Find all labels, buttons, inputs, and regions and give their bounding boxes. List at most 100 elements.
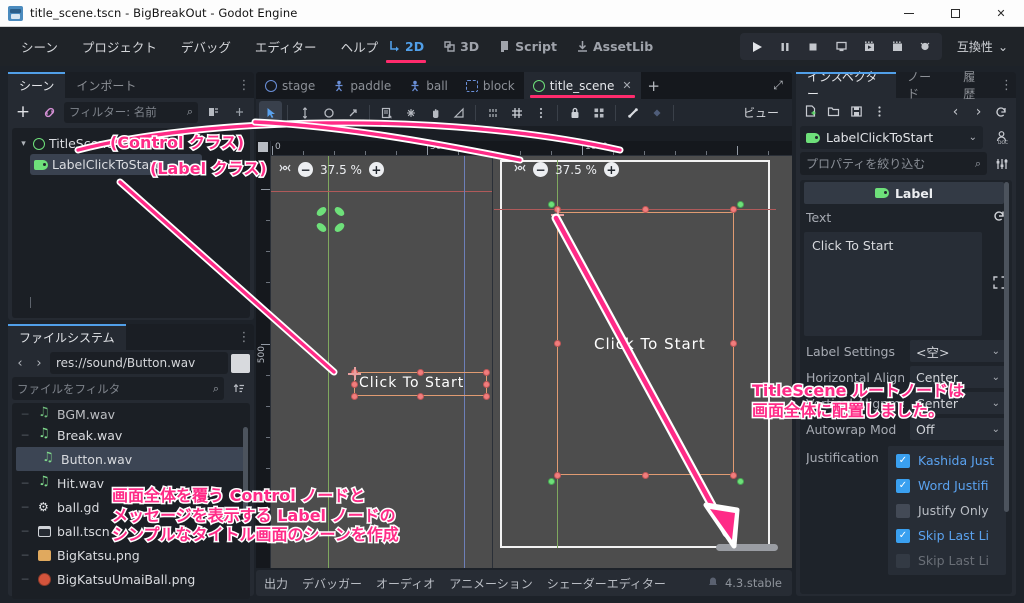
checkbox-icon[interactable] [896,503,910,518]
vertical-alignment-dropdown[interactable]: Center ⌄ [910,392,1006,414]
selection-handle[interactable] [730,340,737,347]
anchor-handle[interactable] [548,478,555,485]
scene-tab-paddle[interactable]: paddle [324,72,400,99]
history-prev-button[interactable]: ‹ [945,101,966,122]
zoom-out-button[interactable]: − [533,162,548,177]
maximize-button[interactable] [932,0,978,27]
selection-handle[interactable] [554,340,561,347]
scale-mode-tool[interactable] [341,101,364,124]
instance-scene-button[interactable] [38,101,60,123]
anchor-handle[interactable] [737,201,744,208]
file-list-item[interactable]: ─ ball.tscn [12,519,250,543]
scene-tree-node-labelclicktostart[interactable]: LabelClickToStart [30,154,202,175]
resource-extra-menu-button[interactable] [869,101,890,122]
sort-options-button[interactable] [228,378,250,400]
select-mode-tool[interactable] [259,101,282,124]
scene-filter-input[interactable]: フィルター: 名前 ⌕ [64,101,198,123]
minimize-button[interactable] [886,0,932,27]
label-settings-dropdown[interactable]: <空> ⌄ [910,340,1006,362]
zoom-in-button[interactable]: + [603,162,619,177]
object-tools-button[interactable] [991,153,1012,174]
selection-handle[interactable] [483,369,490,376]
tab-filesystem[interactable]: ファイルシステム [8,324,126,350]
bottom-tab-audio[interactable]: オーディオ [376,575,435,592]
file-list-item-selected[interactable]: Button.wav [16,447,246,471]
rotate-mode-tool[interactable] [317,101,340,124]
skeleton-options-button[interactable] [621,101,644,124]
save-resource-button[interactable] [846,101,867,122]
tab-scene[interactable]: シーン [8,72,66,98]
tab-node[interactable]: ノード [896,70,952,101]
filesystem-dock-menu-icon[interactable]: ⋮ [234,324,254,350]
snap-toggle[interactable] [481,101,504,124]
flag-kashida-justification[interactable]: Kashida Just [892,448,1000,473]
pivot-tool[interactable] [399,101,422,124]
scene-tree-node-titlescene[interactable]: ▾ TitleScene [14,133,248,154]
file-list-item[interactable]: ─ ⚙ ball.gd [12,495,250,519]
file-list-item[interactable]: ─ Hit.wav [12,471,250,495]
checkbox-icon[interactable] [896,528,910,543]
selection-handle[interactable] [642,472,649,479]
file-list-item[interactable]: ─ BGM.wav [12,405,250,423]
scene-tab-stage[interactable]: stage [256,72,324,99]
play-project-button[interactable] [744,35,770,58]
inspector-dock-menu-icon[interactable]: ⋮ [997,72,1016,98]
bottom-tab-shader-editor[interactable]: シェーダーエディター [547,575,666,592]
file-list-item[interactable]: ─ BigKatsuUmaiBall.png [12,567,250,591]
checkbox-icon[interactable] [896,553,910,568]
list-select-tool[interactable] [375,101,398,124]
add-node-button[interactable]: + [12,101,34,123]
filter-options-button[interactable] [202,101,224,123]
ruler-tool[interactable] [447,101,470,124]
left-viewport[interactable]: − 37.5 % + Click To Start [271,156,493,568]
menu-project[interactable]: プロジェクト [71,32,168,61]
center-view-icon[interactable] [514,162,526,177]
stop-scene-button[interactable] [800,35,826,58]
flag-skip-last-line-with-visible-chars[interactable]: Skip Last Li [892,548,1000,573]
selection-handle[interactable] [351,381,358,388]
scene-tab-ball[interactable]: ball [400,72,457,99]
horizontal-alignment-dropdown[interactable]: Center ⌄ [910,366,1006,388]
new-resource-button[interactable] [800,101,821,122]
pause-scene-button[interactable] [772,35,798,58]
pan-tool[interactable] [423,101,446,124]
lock-node-button[interactable] [563,101,586,124]
toggle-split-mode-button[interactable] [231,353,250,373]
scene-tab-title-scene[interactable]: title_scene ✕ [523,72,641,99]
viewport-horizontal-scrollbar[interactable] [716,544,778,551]
text-property-editor[interactable]: Click To Start [804,232,1006,336]
close-button[interactable]: ✕ [978,0,1024,27]
file-list-item[interactable]: ─ Break.wav [12,423,250,447]
selection-handle[interactable] [417,393,424,400]
scene-dock-menu-icon[interactable]: ⋮ [234,72,254,98]
chevron-down-icon[interactable]: ▾ [18,139,29,149]
right-viewport[interactable]: − 37.5 % + Click To Start [494,156,792,568]
bell-icon[interactable] [707,576,719,591]
back-button[interactable]: ‹ [12,352,28,374]
selection-handle[interactable] [483,381,490,388]
animation-key-button[interactable] [645,101,668,124]
remote-debug-button[interactable] [912,35,938,58]
tab-inspector[interactable]: インスペクター [796,70,897,101]
property-filter-input[interactable]: プロパティを絞り込む ⌕ [800,152,987,175]
center-view-icon[interactable] [279,162,291,177]
selected-object-selector[interactable]: LabelClickToStart ⌄ [800,126,983,149]
filesystem-filter-input[interactable]: ファイルをフィルタ ⌕ [12,377,224,400]
anchor-handle[interactable] [737,478,744,485]
open-resource-button[interactable] [823,101,844,122]
selection-handle[interactable] [351,393,358,400]
zoom-out-button[interactable]: − [298,162,313,177]
history-next-button[interactable]: › [968,101,989,122]
selection-handle[interactable] [642,206,649,213]
bottom-tab-debugger[interactable]: デバッガー [302,575,362,592]
checkbox-icon[interactable] [896,453,910,468]
snap-options-button[interactable] [529,101,552,124]
open-documentation-button[interactable]: DOC [991,127,1012,148]
tab-3d[interactable]: 3D [435,30,487,63]
scene-tree-options-button[interactable] [228,101,250,123]
tab-import[interactable]: インポート [65,72,147,98]
close-icon[interactable]: ✕ [622,79,631,92]
tab-2d[interactable]: 2D [380,30,432,63]
ruler-corner[interactable] [258,142,268,152]
grid-snap-toggle[interactable] [505,101,528,124]
